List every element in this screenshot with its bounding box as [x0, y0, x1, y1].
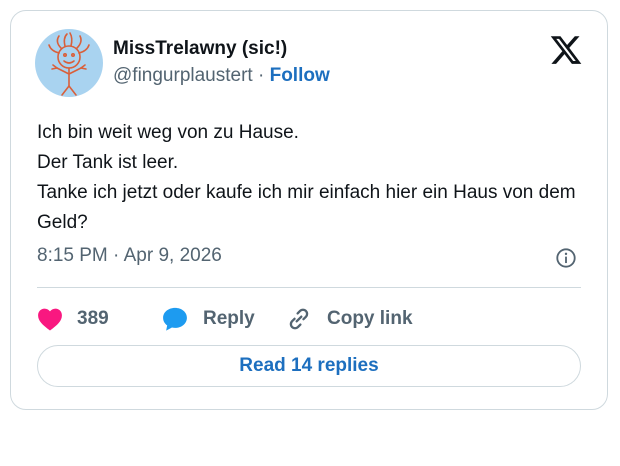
tweet-timestamp[interactable]: 8:15 PM · Apr 9, 2026: [37, 243, 222, 269]
author-display-name[interactable]: MissTrelawny (sic!): [113, 37, 330, 61]
tweet-text: Ich bin weit weg von zu Hause. Der Tank …: [37, 118, 587, 238]
speech-bubble-icon: [163, 307, 187, 331]
heart-icon: [38, 308, 62, 331]
link-icon: [289, 308, 309, 330]
tweet-actions: 389 Reply Copy link: [37, 301, 581, 337]
read-replies-button[interactable]: Read 14 replies: [37, 345, 581, 387]
like-count: 389: [77, 308, 109, 329]
tweet-line: Ich bin weit weg von zu Hause.: [37, 122, 299, 143]
copy-link-label: Copy link: [327, 308, 413, 329]
copy-link-button[interactable]: Copy link: [285, 301, 413, 337]
follow-link[interactable]: Follow: [270, 65, 330, 86]
tweet-card: MissTrelawny (sic!) @fingurplaustert · F…: [10, 10, 608, 410]
avatar[interactable]: [35, 29, 103, 97]
read-replies-label: Read 14 replies: [239, 355, 379, 376]
info-icon[interactable]: [555, 247, 577, 269]
handle-separator: ·: [257, 65, 265, 86]
reply-label: Reply: [203, 308, 255, 329]
tweet-line: Der Tank ist leer.: [37, 152, 179, 173]
tweet-line: Tanke ich jetzt oder kaufe ich mir einfa…: [37, 182, 576, 233]
author-names: MissTrelawny (sic!) @fingurplaustert · F…: [113, 37, 330, 89]
x-logo-icon[interactable]: [549, 33, 583, 67]
like-button[interactable]: 389: [37, 301, 109, 337]
reply-button[interactable]: Reply: [161, 301, 255, 337]
tweet-header: MissTrelawny (sic!) @fingurplaustert · F…: [35, 29, 583, 99]
divider: [37, 287, 581, 288]
author-handle-row: @fingurplaustert · Follow: [113, 63, 330, 89]
author-handle[interactable]: @fingurplaustert: [113, 65, 253, 86]
avatar-drawing-icon: [48, 32, 90, 96]
